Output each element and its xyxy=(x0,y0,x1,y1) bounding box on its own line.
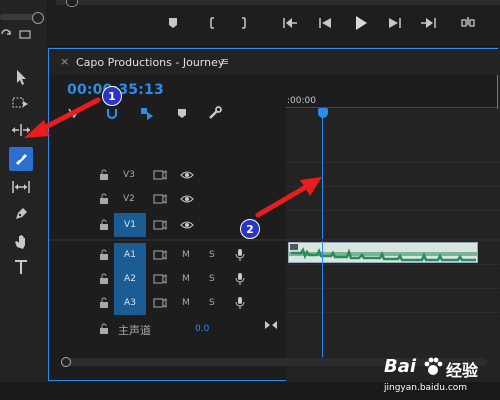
baidu-jingyan-watermark: Bai 经验 jingyan.baidu.com xyxy=(384,356,500,400)
step-marker-1: 1 xyxy=(102,86,122,106)
watermark-brand: Bai xyxy=(384,356,417,377)
paw-logo-icon xyxy=(424,357,443,375)
annotation-arrows xyxy=(24,97,322,218)
step-marker-2: 2 xyxy=(240,219,260,239)
watermark-url: jingyan.baidu.com xyxy=(384,383,468,393)
watermark-brand-suffix: 经验 xyxy=(446,361,479,380)
